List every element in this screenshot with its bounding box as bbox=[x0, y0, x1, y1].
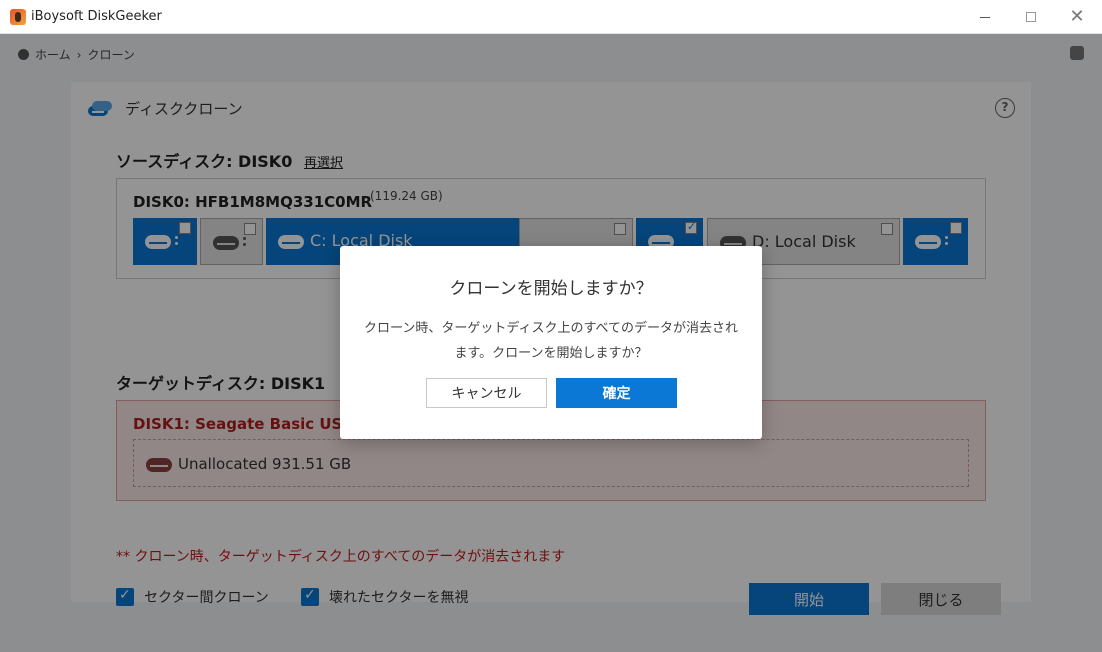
dialog-message: クローン時、ターゲットディスク上のすべてのデータが消去されます。クローンを開始し… bbox=[364, 321, 739, 361]
maximize-button[interactable] bbox=[1008, 0, 1054, 34]
confirm-clone-dialog: クローンを開始しますか？ クローン時、ターゲットディスク上のすべてのデータが消去… bbox=[340, 246, 762, 439]
close-window-button[interactable]: ✕ bbox=[1054, 0, 1100, 34]
title-bar: iBoysoft DiskGeeker ✕ bbox=[0, 0, 1102, 34]
cancel-button[interactable]: キャンセル bbox=[426, 378, 547, 408]
app-logo-icon bbox=[10, 9, 26, 25]
maximize-icon bbox=[1026, 12, 1036, 22]
minimize-icon bbox=[980, 16, 990, 18]
minimize-button[interactable] bbox=[962, 0, 1008, 34]
close-icon: ✕ bbox=[1069, 6, 1085, 27]
confirm-button[interactable]: 確定 bbox=[556, 378, 677, 408]
window-title: iBoysoft DiskGeeker bbox=[31, 9, 162, 24]
dialog-title: クローンを開始しますか？ bbox=[449, 279, 653, 299]
